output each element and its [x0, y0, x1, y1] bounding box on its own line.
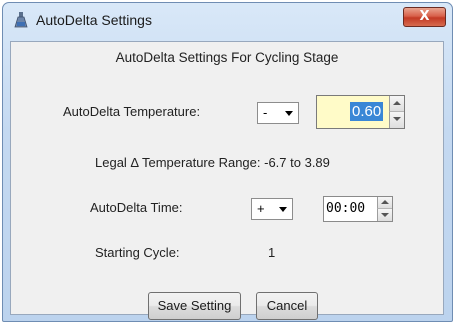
temperature-label: AutoDelta Temperature:: [63, 104, 201, 119]
time-sign-select[interactable]: +: [251, 198, 293, 220]
temperature-sign-value: -: [263, 105, 268, 120]
chevron-down-icon: [285, 111, 293, 116]
close-button[interactable]: X: [403, 7, 446, 27]
time-input[interactable]: 00:00: [323, 196, 393, 222]
time-spin-up[interactable]: [377, 197, 392, 209]
window-title: AutoDelta Settings: [36, 12, 152, 28]
arrow-up-icon: [393, 101, 401, 105]
title-bar[interactable]: AutoDelta Settings X: [3, 3, 452, 37]
dialog-body: AutoDelta Settings For Cycling Stage Aut…: [10, 41, 444, 320]
chevron-down-icon: [279, 207, 287, 212]
time-spin-down[interactable]: [377, 209, 392, 221]
dialog-heading: AutoDelta Settings For Cycling Stage: [115, 50, 339, 65]
temperature-sign-select[interactable]: -: [257, 102, 299, 124]
starting-cycle-value: 1: [268, 245, 276, 260]
temperature-spin-up[interactable]: [389, 96, 404, 112]
time-label: AutoDelta Time:: [90, 200, 183, 215]
cancel-button[interactable]: Cancel: [256, 292, 318, 320]
arrow-up-icon: [381, 200, 389, 204]
close-icon: X: [419, 9, 430, 24]
temperature-range-text: Legal Δ Temperature Range: -6.7 to 3.89: [95, 155, 330, 170]
arrow-down-icon: [381, 213, 389, 217]
temperature-spin-down[interactable]: [389, 112, 404, 128]
temperature-value: 0.60: [350, 102, 384, 121]
save-setting-button[interactable]: Save Setting: [148, 292, 241, 320]
temperature-input[interactable]: 0.60: [316, 95, 405, 129]
time-value: 00:00: [326, 201, 366, 216]
starting-cycle-label: Starting Cycle:: [95, 245, 180, 260]
time-sign-value: +: [257, 201, 265, 216]
arrow-down-icon: [393, 117, 401, 121]
autodelta-settings-window: AutoDelta Settings X AutoDelta Settings …: [2, 2, 453, 322]
flask-icon: [14, 12, 28, 28]
